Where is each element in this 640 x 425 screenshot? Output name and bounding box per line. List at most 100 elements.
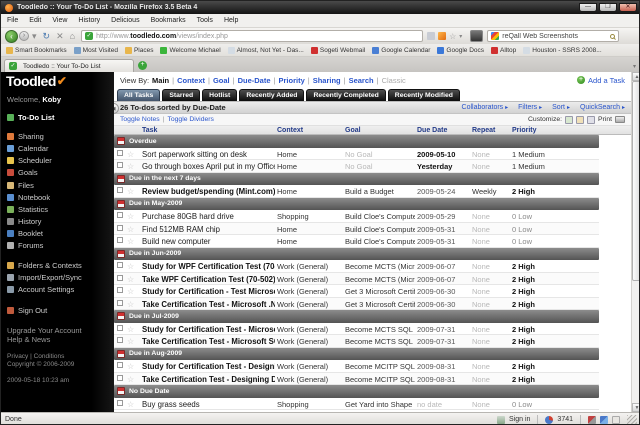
tab-toodledo[interactable]: ✓ Toodledo :: Your To-Do List (4, 59, 134, 72)
sidebar-item-notebook[interactable]: Notebook (1, 191, 114, 203)
task-checkbox[interactable] (117, 162, 123, 168)
task-title[interactable]: Study for Certification - Test Microsoft… (142, 287, 275, 296)
search-icon[interactable] (610, 34, 615, 39)
task-title[interactable]: Sort paperwork sitting on desk (142, 150, 275, 159)
task-context[interactable]: Work (General) (277, 262, 342, 271)
task-repeat[interactable]: None (472, 275, 510, 284)
task-goal[interactable]: Become MCITP SQL S (345, 362, 415, 371)
task-goal[interactable]: Become MCTS SQL Se (345, 337, 415, 346)
column-header-task[interactable]: Task (142, 127, 157, 134)
tab-all-tasks[interactable]: All Tasks (117, 89, 160, 101)
bookmark-welcome-michael[interactable]: Welcome Michael (160, 47, 220, 54)
star-icon[interactable]: ☆ (127, 300, 134, 309)
forward-button[interactable]: › (19, 31, 29, 41)
task-priority[interactable]: 2 High (512, 325, 572, 334)
reload-icon[interactable]: ↻ (43, 29, 51, 43)
task-checkbox[interactable] (117, 300, 123, 306)
view-by-priority[interactable]: Priority (278, 76, 304, 85)
task-goal[interactable]: Get 3 Microsoft Certific (345, 287, 415, 296)
sidebar-item-booklet[interactable]: Booklet (1, 228, 114, 240)
task-goal[interactable]: Build Cloe's Computer (345, 212, 415, 221)
bookmark-houston-ssrs-2008[interactable]: Houston - SSRS 2008... (523, 47, 601, 54)
task-due-date[interactable]: Yesterday (417, 162, 470, 171)
task-context[interactable]: Work (General) (277, 325, 342, 334)
print-icon[interactable] (615, 116, 625, 123)
minimize-button[interactable]: — (579, 3, 597, 12)
customize-list-icon[interactable] (587, 116, 595, 124)
task-due-date[interactable]: 2009-06-07 (417, 275, 470, 284)
mail-icon[interactable] (612, 416, 620, 424)
help-news-link[interactable]: Help & News (7, 335, 114, 344)
view-by-classic[interactable]: Classic (382, 76, 406, 85)
task-due-date[interactable]: 2009-08-31 (417, 362, 470, 371)
task-repeat[interactable]: None (472, 337, 510, 346)
task-repeat[interactable]: None (472, 300, 510, 309)
task-goal[interactable]: Become MCTS (Micros (345, 262, 415, 271)
task-title[interactable]: Study for WPF Certification Test (70-502… (142, 262, 275, 271)
view-by-goal[interactable]: Goal (213, 76, 230, 85)
task-repeat[interactable]: None (472, 400, 510, 409)
bookmark-places[interactable]: Places (125, 47, 154, 54)
task-priority[interactable]: 0 Low (512, 212, 572, 221)
task-priority[interactable]: 2 High (512, 187, 572, 196)
menu-collaborators[interactable]: Collaborators ▸ (462, 104, 509, 111)
task-title[interactable]: Build new computer (142, 237, 275, 246)
task-checkbox[interactable] (117, 337, 123, 343)
star-icon[interactable]: ☆ (127, 375, 134, 384)
task-context[interactable]: Shopping (277, 400, 342, 409)
task-title[interactable]: Study for Certification Test - Microsoft… (142, 325, 275, 334)
task-due-date[interactable]: 2009-06-30 (417, 287, 470, 296)
task-repeat[interactable]: None (472, 362, 510, 371)
scrollbar-thumb[interactable] (632, 81, 640, 281)
upgrade-account-link[interactable]: Upgrade Your Account (7, 326, 114, 335)
sidebar-item-calendar[interactable]: Calendar (1, 142, 114, 154)
task-context[interactable]: Home (277, 225, 342, 234)
menu-help[interactable]: Help (224, 17, 238, 24)
task-goal[interactable]: Build a Budget (345, 187, 415, 196)
task-goal[interactable]: Get Yard into Shape (345, 400, 415, 409)
page-scrollbar[interactable]: ▲ ▼ (631, 72, 640, 412)
task-checkbox[interactable] (117, 325, 123, 331)
star-icon[interactable]: ☆ (127, 275, 134, 284)
signin-label[interactable]: Sign in (509, 416, 530, 423)
task-title[interactable]: Review budget/spending (Mint.com) (142, 187, 275, 196)
task-repeat[interactable]: None (472, 375, 510, 384)
resize-grip[interactable] (627, 415, 637, 425)
task-context[interactable]: Work (General) (277, 275, 342, 284)
task-context[interactable]: Work (General) (277, 287, 342, 296)
task-checkbox[interactable] (117, 262, 123, 268)
task-checkbox[interactable] (117, 287, 123, 293)
star-icon[interactable]: ☆ (127, 262, 134, 271)
menu-bookmarks[interactable]: Bookmarks (151, 17, 186, 24)
sidebar-item-files[interactable]: Files (1, 179, 114, 191)
home-icon[interactable]: ⌂ (70, 29, 75, 43)
task-priority[interactable]: 2 High (512, 275, 572, 284)
new-tab-button[interactable]: + (138, 61, 147, 70)
toggle-notes-link[interactable]: Toggle Notes (120, 116, 160, 123)
sidebar-item-sign-out[interactable]: Sign Out (1, 305, 114, 317)
history-dropdown-icon[interactable]: ▾ (32, 29, 37, 43)
tab-list-icon[interactable]: ▾ (633, 63, 638, 72)
bookmark-alltop[interactable]: Alltop (491, 47, 516, 54)
sidebar-item-account-settings[interactable]: Account Settings (1, 283, 114, 295)
star-icon[interactable]: ☆ (127, 237, 134, 246)
star-icon[interactable]: ☆ (127, 337, 134, 346)
search-bar[interactable]: reQall Web Screenshots (487, 30, 619, 42)
column-header-repeat[interactable]: Repeat (472, 127, 495, 134)
close-button[interactable]: ✕ (619, 3, 637, 12)
task-goal[interactable]: Become MCTS (Micros (345, 275, 415, 284)
task-goal[interactable]: Become MCTS SQL Se (345, 325, 415, 334)
task-due-date[interactable]: 2009-05-24 (417, 187, 470, 196)
tab-recently-completed[interactable]: Recently Completed (306, 89, 385, 101)
task-repeat[interactable]: None (472, 325, 510, 334)
column-header-priority[interactable]: Priority (512, 127, 537, 134)
task-priority[interactable]: 1 Medium (512, 162, 572, 171)
dropdown-icon[interactable]: ▾ (459, 33, 462, 40)
task-context[interactable]: Work (General) (277, 375, 342, 384)
task-checkbox[interactable] (117, 150, 123, 156)
task-priority[interactable]: 2 High (512, 375, 572, 384)
search-input[interactable]: reQall Web Screenshots (502, 33, 610, 40)
task-checkbox[interactable] (117, 400, 123, 406)
view-by-main[interactable]: Main (152, 76, 169, 85)
sidebar-item-import-export-sync[interactable]: Import/Export/Sync (1, 271, 114, 283)
